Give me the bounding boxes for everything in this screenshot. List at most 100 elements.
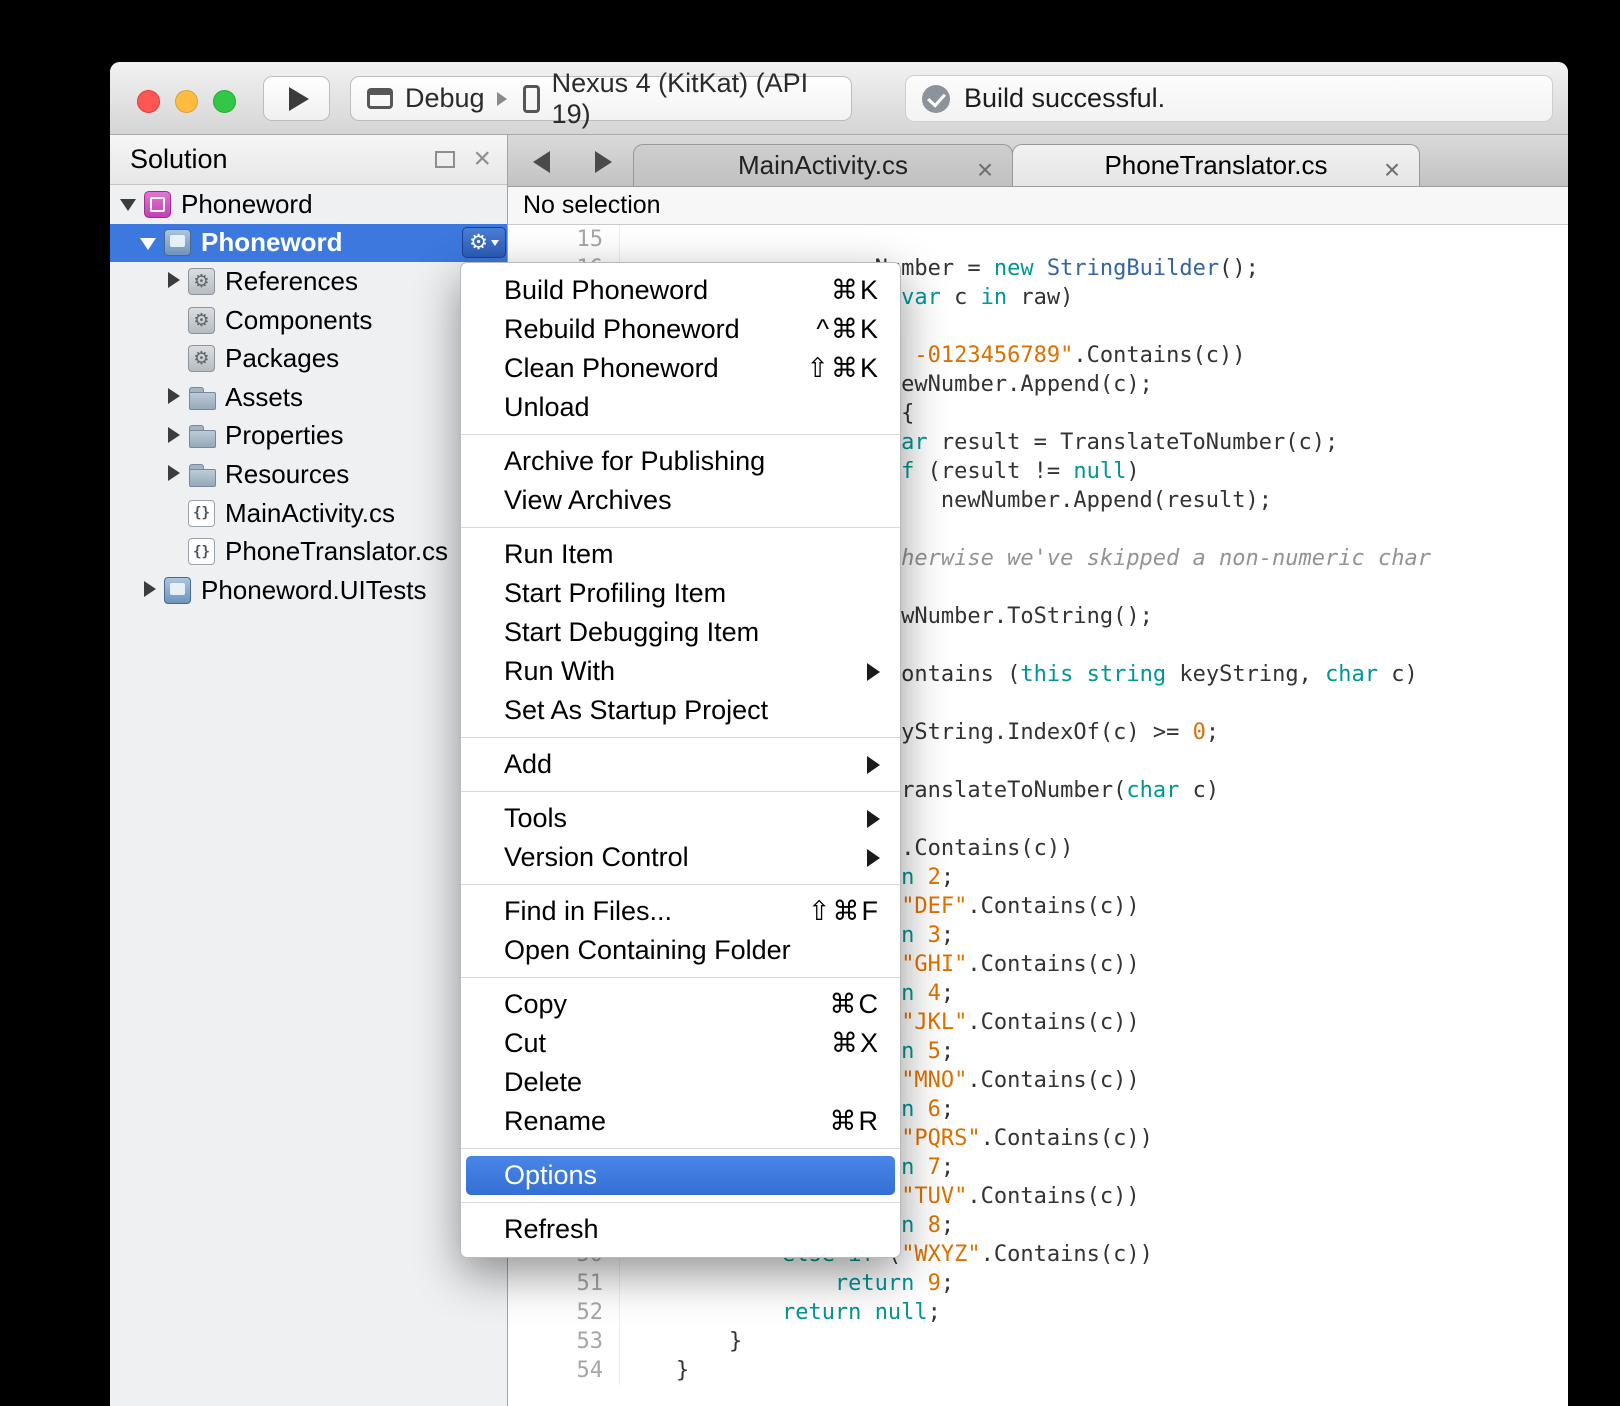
menu-item-rebuild-phoneword[interactable]: Rebuild Phoneword^⌘K [461, 310, 900, 349]
menu-item-label: Rebuild Phoneword [504, 314, 740, 345]
caret-down-icon [491, 240, 499, 246]
tree-item-packages[interactable]: Packages [110, 339, 507, 378]
tree-item-phoneword[interactable]: Phoneword [110, 185, 507, 224]
menu-item-label: Tools [504, 803, 567, 834]
build-target-selector[interactable]: Debug Nexus 4 (KitKat) (API 19) [350, 76, 852, 121]
titlebar[interactable]: Debug Nexus 4 (KitKat) (API 19) Build su… [110, 62, 1568, 135]
breadcrumb: No selection [508, 187, 1568, 225]
tree-item-phonetranslator-cs[interactable]: PhoneTranslator.cs [110, 532, 507, 571]
disclosure-closed-icon[interactable] [162, 424, 186, 448]
menu-item-label: View Archives [504, 485, 672, 516]
window-controls [137, 90, 236, 113]
tree-item-mainactivity-cs[interactable]: MainActivity.cs [110, 494, 507, 533]
close-tab-icon[interactable] [1381, 155, 1403, 177]
menu-item-label: Find in Files... [504, 896, 672, 927]
menu-item-label: Start Debugging Item [504, 617, 759, 648]
tab-phonetranslator-cs[interactable]: PhoneTranslator.cs [1012, 144, 1420, 186]
menu-item-label: Clean Phoneword [504, 353, 719, 384]
tree-item-resources[interactable]: Resources [110, 455, 507, 494]
tree-item-label: References [225, 266, 358, 297]
configuration-label[interactable]: Debug [405, 83, 485, 114]
menu-item-version-control[interactable]: Version Control [461, 838, 900, 877]
menu-item-label: Rename [504, 1106, 606, 1137]
tree-item-label: Phoneword [201, 227, 343, 258]
tree-item-label: Assets [225, 382, 303, 413]
csfile-icon [188, 500, 215, 527]
menu-item-label: Build Phoneword [504, 275, 708, 306]
close-window-button[interactable] [137, 90, 160, 113]
menu-item-open-containing-folder[interactable]: Open Containing Folder [461, 931, 900, 970]
tree-item-references[interactable]: References [110, 262, 507, 301]
menu-item-copy[interactable]: Copy⌘C [461, 985, 900, 1024]
tree-item-assets[interactable]: Assets [110, 378, 507, 417]
tree-item-phoneword-uitests[interactable]: Phoneword.UITests [110, 571, 507, 610]
menu-item-label: Copy [504, 989, 567, 1020]
disclosure-closed-icon[interactable] [162, 385, 186, 409]
pad-dock-icon[interactable] [435, 151, 455, 168]
tree-item-phoneword[interactable]: Phoneword [110, 224, 507, 263]
gear-icon [469, 232, 488, 254]
menu-item-add[interactable]: Add [461, 745, 900, 784]
code-line: 54 } [508, 1356, 1568, 1385]
tree-item-label: MainActivity.cs [225, 498, 395, 529]
tree-item-properties[interactable]: Properties [110, 417, 507, 456]
tab-label: MainActivity.cs [738, 150, 908, 181]
menu-item-find-in-files[interactable]: Find in Files...⇧⌘F [461, 892, 900, 931]
tree-item-components[interactable]: Components [110, 301, 507, 340]
device-label[interactable]: Nexus 4 (KitKat) (API 19) [552, 68, 835, 130]
disclosure-open-icon[interactable] [138, 231, 162, 255]
menu-item-run-item[interactable]: Run Item [461, 535, 900, 574]
project-icon [164, 229, 191, 256]
submenu-arrow-icon [867, 756, 880, 774]
minimize-window-button[interactable] [175, 90, 198, 113]
menu-separator [461, 1148, 900, 1149]
menu-item-tools[interactable]: Tools [461, 799, 900, 838]
line-number: 53 [508, 1327, 620, 1356]
disclosure-spacer [162, 540, 186, 564]
nav-forward-icon[interactable] [590, 150, 614, 174]
tab-label: PhoneTranslator.cs [1104, 150, 1327, 181]
menu-item-cut[interactable]: Cut⌘X [461, 1024, 900, 1063]
tree-item-label: Phoneword.UITests [201, 575, 426, 606]
menu-item-shortcut: ⌘X [831, 1028, 880, 1059]
menu-item-rename[interactable]: Rename⌘R [461, 1102, 900, 1141]
menu-item-set-as-startup-project[interactable]: Set As Startup Project [461, 691, 900, 730]
disclosure-closed-icon[interactable] [138, 578, 162, 602]
menu-item-view-archives[interactable]: View Archives [461, 481, 900, 520]
menu-item-options[interactable]: Options [466, 1156, 895, 1195]
menu-item-label: Options [504, 1160, 597, 1191]
menu-item-delete[interactable]: Delete [461, 1063, 900, 1102]
menu-item-clean-phoneword[interactable]: Clean Phoneword⇧⌘K [461, 349, 900, 388]
run-button[interactable] [263, 76, 330, 121]
tree-item-label: Components [225, 305, 372, 336]
desktop: { "toolbar": { "config_label": "Debug", … [0, 0, 1620, 1406]
references-icon [188, 268, 215, 295]
menu-item-build-phoneword[interactable]: Build Phoneword⌘K [461, 271, 900, 310]
menu-item-unload[interactable]: Unload [461, 388, 900, 427]
menu-item-start-profiling-item[interactable]: Start Profiling Item [461, 574, 900, 613]
close-tab-icon[interactable] [974, 155, 996, 177]
menu-item-archive-for-publishing[interactable]: Archive for Publishing [461, 442, 900, 481]
tab-strip: MainActivity.cs PhoneTranslator.cs [508, 135, 1568, 187]
disclosure-closed-icon[interactable] [162, 269, 186, 293]
code-text: return null; [623, 1298, 941, 1327]
menu-separator [461, 1202, 900, 1203]
code-line: 52 return null; [508, 1298, 1568, 1327]
pad-close-icon[interactable] [473, 144, 491, 175]
menu-item-run-with[interactable]: Run With [461, 652, 900, 691]
breadcrumb-text: No selection [523, 191, 661, 220]
menu-item-refresh[interactable]: Refresh [461, 1210, 900, 1249]
menu-item-label: Start Profiling Item [504, 578, 726, 609]
disclosure-closed-icon[interactable] [162, 462, 186, 486]
tab-mainactivity-cs[interactable]: MainActivity.cs [633, 144, 1013, 186]
project-options-gear-button[interactable] [462, 227, 506, 258]
nav-back-icon[interactable] [530, 150, 554, 174]
menu-item-start-debugging-item[interactable]: Start Debugging Item [461, 613, 900, 652]
tree-item-label: PhoneTranslator.cs [225, 536, 448, 567]
csfile-icon [188, 538, 215, 565]
disclosure-open-icon[interactable] [118, 192, 142, 216]
submenu-arrow-icon [867, 810, 880, 828]
zoom-window-button[interactable] [213, 90, 236, 113]
menu-separator [461, 884, 900, 885]
solution-icon [144, 191, 171, 218]
